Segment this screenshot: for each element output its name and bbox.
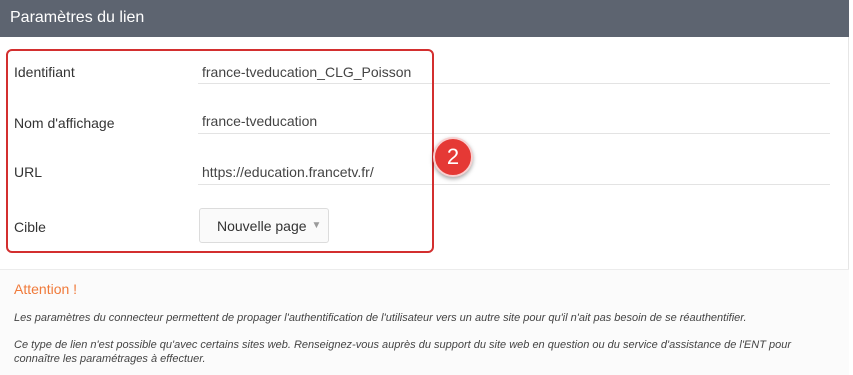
step-number-badge: 2 (433, 137, 473, 177)
warning-title: Attention ! (14, 281, 78, 297)
warning-text-2: Ce type de lien n'est possible qu'avec c… (14, 339, 792, 365)
panel-title: Paramètres du lien (10, 9, 145, 26)
warning-text-1: Les paramètres du connecteur permettent … (14, 312, 747, 324)
panel-header: Paramètres du lien (0, 0, 849, 37)
annotation-highlight-box (6, 49, 434, 253)
